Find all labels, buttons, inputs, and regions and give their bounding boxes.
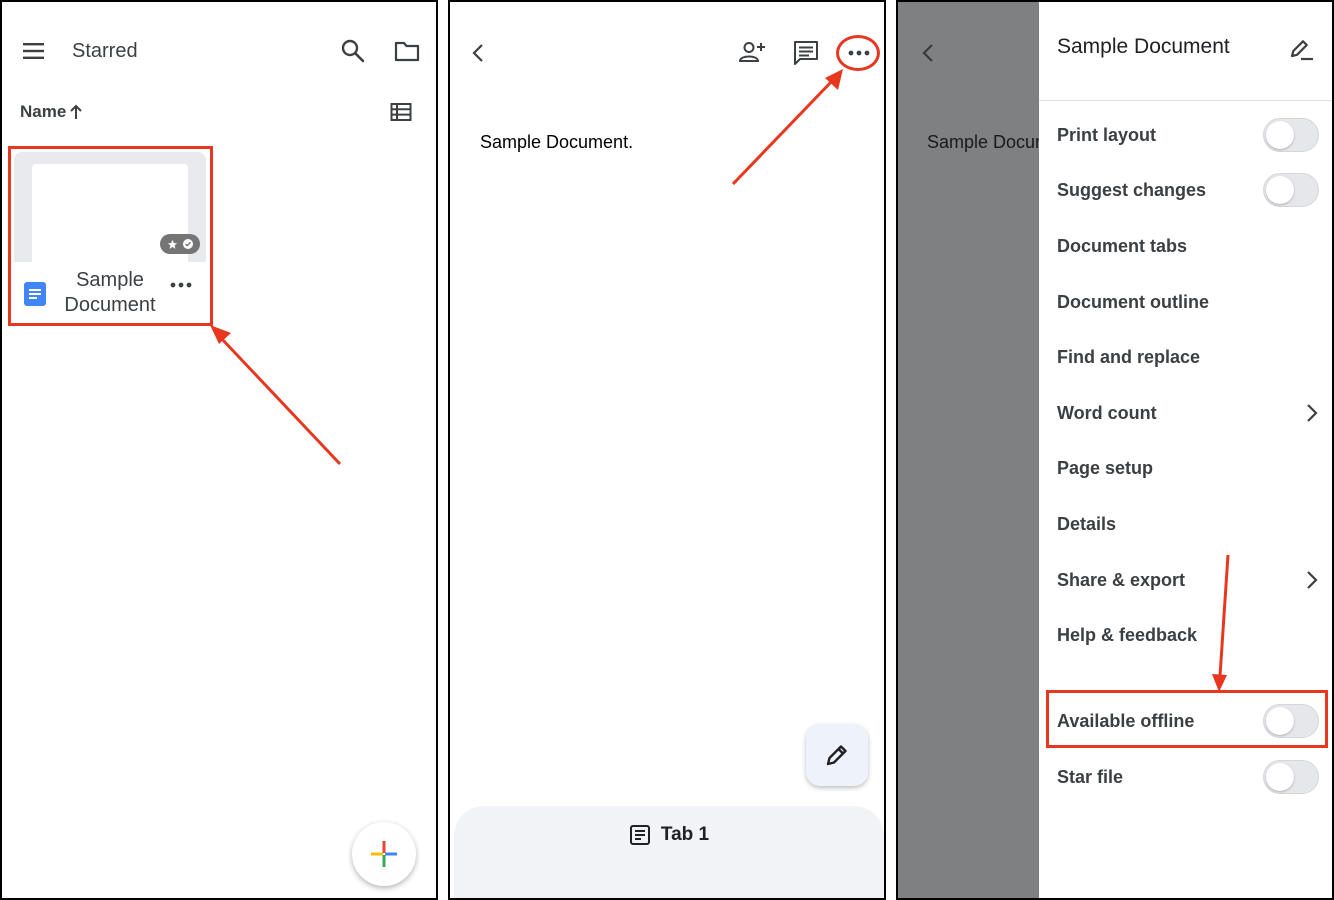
annotation-arrow [2, 2, 436, 898]
document-tab-icon [629, 824, 651, 846]
pencil-icon [824, 742, 850, 768]
document-tab-bar: Tab 1 [454, 806, 884, 898]
document-menu-screen: Sample Document Sample Document Print la… [896, 0, 1334, 900]
tab-1[interactable]: Tab 1 [454, 824, 884, 846]
document-body-text[interactable]: Sample Document. [480, 132, 633, 153]
drive-starred-screen: Starred Name Sample Document [0, 0, 438, 900]
new-file-button[interactable] [352, 822, 416, 886]
tab-label: Tab 1 [660, 824, 710, 845]
plus-icon [369, 839, 399, 869]
edit-button[interactable] [806, 724, 868, 786]
annotation-arrow [898, 2, 1332, 898]
document-view-screen: Sample Document. Tab 1 [448, 0, 886, 900]
